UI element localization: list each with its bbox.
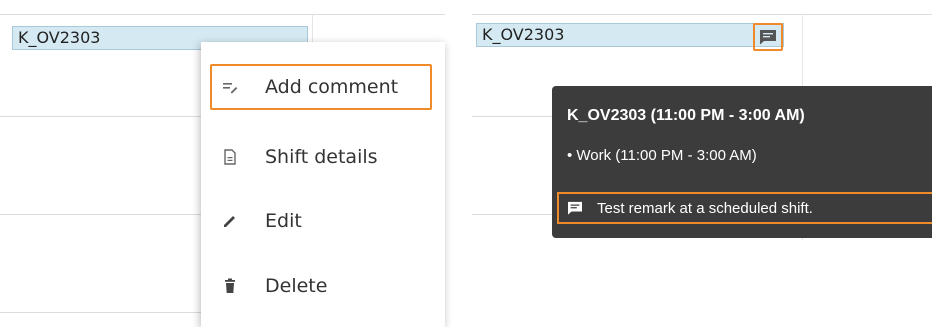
shift-bar[interactable]: K_OV2303 <box>476 23 784 47</box>
add-comment-icon <box>221 78 239 96</box>
pencil-icon <box>221 212 239 230</box>
menu-item-shift-details[interactable]: Shift details <box>201 129 445 185</box>
grid-line <box>0 14 445 15</box>
tooltip-remark: Test remark at a scheduled shift. <box>557 192 932 224</box>
menu-item-label: Delete <box>265 275 328 297</box>
menu-item-label: Edit <box>265 210 302 232</box>
tooltip-remark-text: Test remark at a scheduled shift. <box>597 199 813 217</box>
shift-label: K_OV2303 <box>18 28 101 47</box>
context-menu: Add comment Shift details Edit Delete <box>201 42 445 327</box>
document-icon <box>221 148 239 166</box>
comment-indicator-button[interactable] <box>753 23 783 51</box>
shift-label: K_OV2303 <box>482 25 565 44</box>
menu-item-label: Add comment <box>265 76 399 98</box>
grid-divider <box>312 14 313 44</box>
tooltip-activity: • Work (11:00 PM - 3:00 AM) <box>567 147 757 164</box>
menu-item-label: Shift details <box>265 146 378 168</box>
tooltip-title: K_OV2303 (11:00 PM - 3:00 AM) <box>567 107 805 124</box>
comment-icon <box>567 201 583 215</box>
grid-line <box>472 14 932 15</box>
menu-item-add-comment[interactable]: Add comment <box>201 59 445 115</box>
comment-icon <box>759 29 777 45</box>
trash-icon <box>221 277 239 295</box>
shift-tooltip: K_OV2303 (11:00 PM - 3:00 AM) • Work (11… <box>552 86 932 238</box>
menu-item-edit[interactable]: Edit <box>201 193 445 249</box>
menu-item-delete[interactable]: Delete <box>201 258 445 314</box>
